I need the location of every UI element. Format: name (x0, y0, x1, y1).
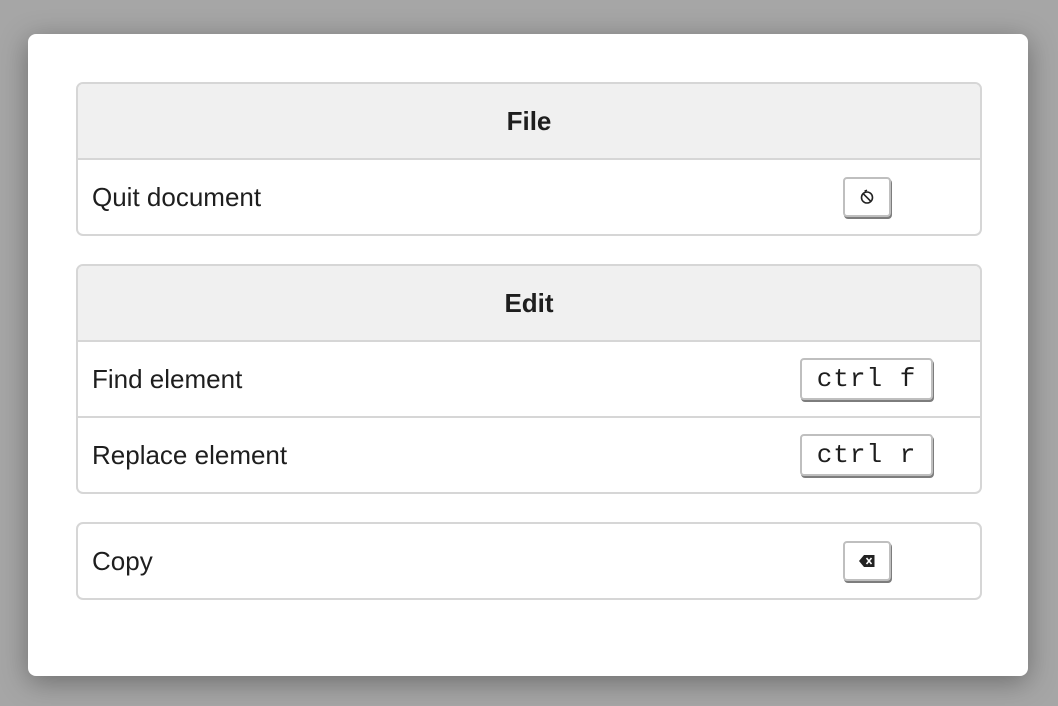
group-untitled: Copy (76, 522, 982, 600)
group-file: File Quit document (76, 82, 982, 236)
group-edit: Edit Find element ctrl f Replace element… (76, 264, 982, 494)
no-entry-icon (859, 189, 875, 205)
shortcut-key-copy[interactable] (843, 541, 891, 581)
group-title: File (78, 84, 980, 160)
shortcut-key-find[interactable]: ctrl f (800, 358, 933, 400)
shortcut-key-replace[interactable]: ctrl r (800, 434, 933, 476)
shortcut-row-quit-document[interactable]: Quit document (78, 160, 980, 234)
shortcut-row-replace-element[interactable]: Replace element ctrl r (78, 416, 980, 492)
shortcut-key-quit[interactable] (843, 177, 891, 217)
backspace-icon (858, 554, 876, 568)
shortcut-row-find-element[interactable]: Find element ctrl f (78, 342, 980, 416)
shortcut-row-copy[interactable]: Copy (78, 524, 980, 598)
shortcuts-dialog: File Quit document Edit Find element ctr… (28, 34, 1028, 676)
group-title: Edit (78, 266, 980, 342)
